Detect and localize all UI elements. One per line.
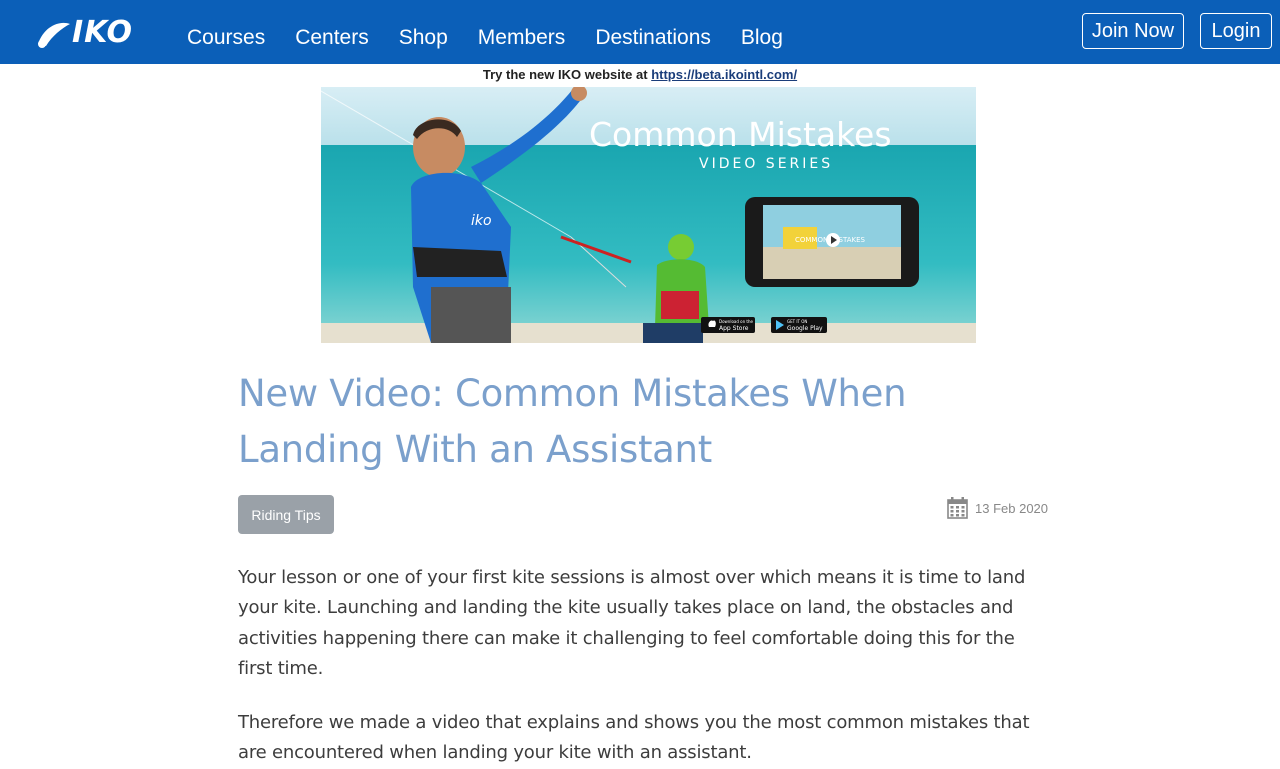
top-navbar: IKO Courses Centers Shop Members Destina… (0, 0, 1280, 64)
app-store-badge-text: App Store (719, 325, 749, 332)
nav-shop[interactable]: Shop (399, 0, 448, 64)
post-date: 13 Feb 2020 (947, 496, 1048, 520)
beta-site-notice: Try the new IKO website at https://beta.… (0, 64, 1280, 86)
hero-subheadline: VIDEO SERIES (699, 156, 833, 172)
post-title: New Video: Common Mistakes When Landing … (238, 372, 907, 471)
hero-illustration: iko Common Mistakes VIDEO SERIES COMMON … (321, 87, 976, 343)
shirt-logo-text: iko (471, 213, 492, 229)
calendar-icon (947, 497, 968, 519)
google-play-small-text: GET IT ON (787, 319, 807, 324)
post-paragraph-2: Therefore we made a video that explains … (238, 712, 1030, 764)
main-nav: Courses Centers Shop Members Destination… (172, 0, 798, 64)
beta-site-link[interactable]: https://beta.ikointl.com/ (651, 67, 797, 82)
kite-logo-icon (38, 22, 70, 48)
hero-headline: Common Mistakes (589, 115, 892, 154)
nav-blog[interactable]: Blog (741, 0, 783, 64)
nav-members[interactable]: Members (478, 0, 566, 64)
iko-logo[interactable]: IKO (34, 16, 150, 50)
hero-banner-image[interactable]: iko Common Mistakes VIDEO SERIES COMMON … (321, 87, 976, 343)
login-button[interactable]: Login (1200, 13, 1272, 49)
post-date-text: 13 Feb 2020 (975, 500, 1049, 516)
nav-centers[interactable]: Centers (295, 0, 369, 64)
post-paragraph-1: Your lesson or one of your first kite se… (238, 567, 1026, 679)
google-play-badge-text: Google Play (787, 325, 823, 332)
nav-destinations[interactable]: Destinations (595, 0, 711, 64)
app-store-small-text: Download on the (719, 319, 754, 324)
nav-courses[interactable]: Courses (187, 0, 265, 64)
join-now-button[interactable]: Join Now (1082, 13, 1184, 49)
notice-text: Try the new IKO website at (482, 67, 652, 82)
logo-text: IKO (72, 15, 133, 50)
category-tag-button[interactable]: Riding Tips (238, 495, 334, 534)
